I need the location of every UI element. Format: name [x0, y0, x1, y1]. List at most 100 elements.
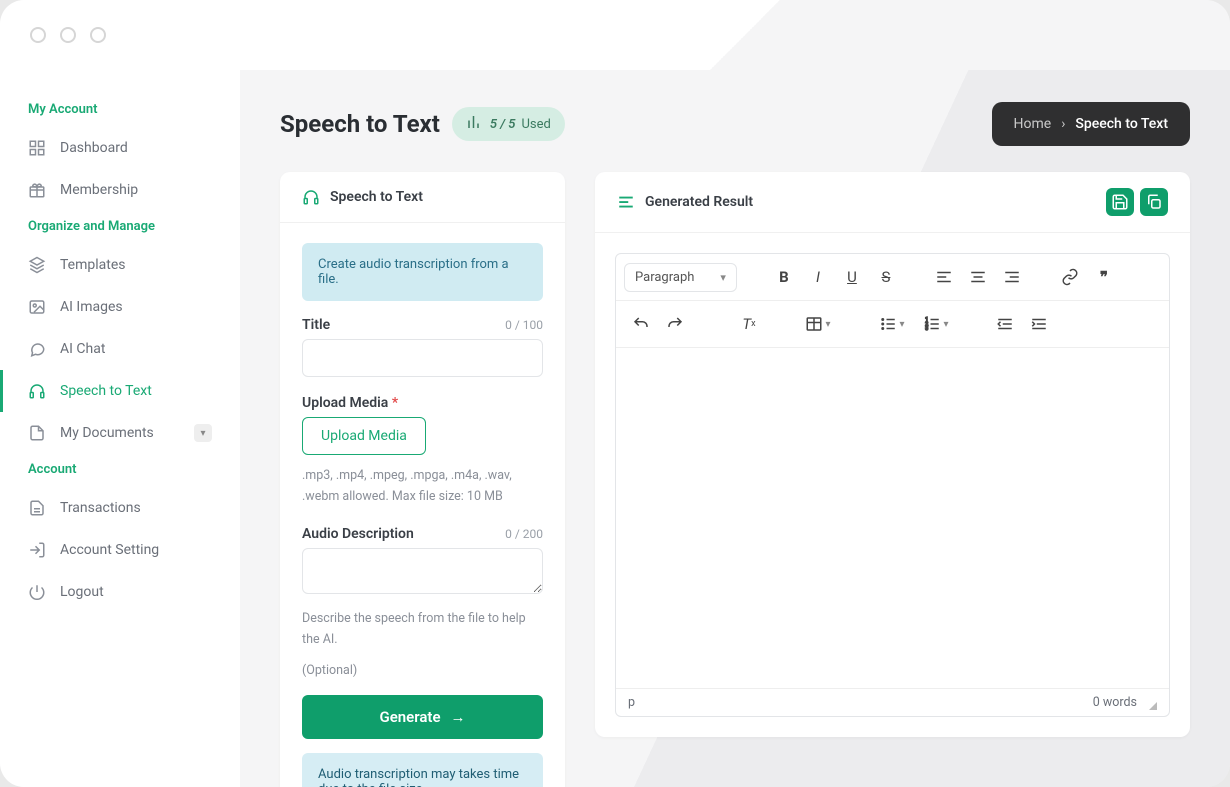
sidebar-item-transactions[interactable]: Transactions — [0, 487, 240, 529]
content: Speech to Text 5 / 5 Used Home › Speech … — [240, 70, 1230, 787]
sidebar-item-ai-images[interactable]: AI Images — [0, 286, 240, 328]
usage-suffix: Used — [521, 117, 550, 132]
file-icon — [28, 424, 46, 442]
panels: Speech to Text Create audio transcriptio… — [280, 172, 1190, 787]
resize-handle-icon[interactable] — [1149, 702, 1157, 710]
generate-button[interactable]: Generate → — [302, 695, 543, 739]
layers-icon — [28, 256, 46, 274]
optional-note: (Optional) — [302, 660, 543, 681]
sidebar-item-label: Logout — [60, 584, 104, 600]
rich-editor: Paragraph ▾ B I U S — [615, 253, 1170, 717]
bold-button[interactable]: B — [767, 262, 801, 292]
chevron-down-icon: ▾ — [194, 424, 212, 442]
description-hint: Describe the speech from the file to hel… — [302, 608, 543, 651]
indent-button[interactable] — [1022, 309, 1056, 339]
gift-icon — [28, 181, 46, 199]
processing-note: Audio transcription may takes time due t… — [302, 753, 543, 787]
window-dot — [30, 27, 46, 43]
title-counter: 0 / 100 — [505, 318, 543, 332]
align-left-button[interactable] — [927, 262, 961, 292]
word-count: 0 words — [1093, 695, 1137, 710]
undo-button[interactable] — [624, 309, 658, 339]
upload-field: Upload Media * Upload Media .mp3, .mp4, … — [302, 395, 543, 508]
image-icon — [28, 298, 46, 316]
usage-count: 5 / 5 — [490, 117, 516, 132]
redo-button[interactable] — [658, 309, 692, 339]
page-header: Speech to Text 5 / 5 Used Home › Speech … — [280, 102, 1190, 146]
sidebar-section-title: My Account — [0, 94, 240, 127]
sidebar: My AccountDashboardMembershipOrganize an… — [0, 70, 240, 787]
arrow-right-icon: → — [451, 708, 466, 726]
description-input[interactable] — [302, 548, 543, 594]
sidebar-item-templates[interactable]: Templates — [0, 244, 240, 286]
italic-button[interactable]: I — [801, 262, 835, 292]
headphones-icon — [302, 188, 320, 206]
sidebar-item-label: AI Images — [60, 299, 123, 315]
clear-format-button[interactable]: Tx — [732, 309, 766, 339]
sidebar-item-membership[interactable]: Membership — [0, 169, 240, 211]
description-field: Audio Description 0 / 200 Describe the s… — [302, 526, 543, 651]
sidebar-item-label: Speech to Text — [60, 383, 152, 399]
chart-icon — [466, 113, 484, 135]
main-area: My AccountDashboardMembershipOrganize an… — [0, 70, 1230, 787]
result-card: Generated Result Paragraph ▾ — [595, 172, 1190, 737]
doc-icon — [28, 499, 46, 517]
card-title: Speech to Text — [330, 189, 423, 205]
chevron-right-icon: › — [1061, 116, 1065, 132]
chevron-down-icon: ▾ — [720, 271, 726, 284]
power-icon — [28, 583, 46, 601]
window-dot — [90, 27, 106, 43]
breadcrumb-home[interactable]: Home — [1014, 116, 1052, 132]
editor-content[interactable] — [616, 348, 1169, 688]
sidebar-item-label: Membership — [60, 182, 138, 198]
description-counter: 0 / 200 — [505, 527, 543, 541]
underline-button[interactable]: U — [835, 262, 869, 292]
info-banner: Create audio transcription from a file. — [302, 243, 543, 301]
editor-wrap: Paragraph ▾ B I U S — [595, 233, 1190, 737]
outdent-button[interactable] — [988, 309, 1022, 339]
card-header: Generated Result — [595, 172, 1190, 233]
table-button[interactable]: ▾ — [796, 309, 840, 339]
usage-badge: 5 / 5 Used — [452, 107, 565, 141]
card-title: Generated Result — [645, 194, 753, 210]
align-left-icon — [617, 193, 635, 211]
paragraph-select[interactable]: Paragraph ▾ — [624, 263, 737, 292]
save-button[interactable] — [1106, 188, 1134, 216]
toolbar-row-2: Tx ▾ ▾ 123▾ — [616, 301, 1169, 348]
sidebar-item-label: Dashboard — [60, 140, 128, 156]
upload-hint: .mp3, .mp4, .mpeg, .mpga, .m4a, .wav, .w… — [302, 465, 543, 508]
card-header: Speech to Text — [280, 172, 565, 223]
window-dot — [60, 27, 76, 43]
sidebar-item-label: Transactions — [60, 500, 141, 516]
sidebar-item-speech-to-text[interactable]: Speech to Text — [0, 370, 240, 412]
app-window: My AccountDashboardMembershipOrganize an… — [0, 0, 1230, 787]
sidebar-item-account-setting[interactable]: Account Setting — [0, 529, 240, 571]
headphones-icon — [28, 382, 46, 400]
sidebar-section-title: Account — [0, 454, 240, 487]
sidebar-item-my-documents[interactable]: My Documents ▾ — [0, 412, 240, 454]
sidebar-item-logout[interactable]: Logout — [0, 571, 240, 613]
grid-icon — [28, 139, 46, 157]
sidebar-item-ai-chat[interactable]: AI Chat — [0, 328, 240, 370]
align-center-button[interactable] — [961, 262, 995, 292]
quote-button[interactable]: ❞ — [1087, 262, 1121, 292]
titlebar — [0, 0, 1230, 70]
sidebar-item-label: My Documents — [60, 425, 154, 441]
ordered-list-button[interactable]: 123▾ — [914, 309, 958, 339]
required-mark: * — [392, 395, 398, 411]
breadcrumb: Home › Speech to Text — [992, 102, 1191, 146]
svg-text:3: 3 — [926, 326, 929, 332]
editor-footer: p 0 words — [616, 688, 1169, 716]
title-input[interactable] — [302, 339, 543, 377]
strike-button[interactable]: S — [869, 262, 903, 292]
link-button[interactable] — [1053, 262, 1087, 292]
align-right-button[interactable] — [995, 262, 1029, 292]
bullet-list-button[interactable]: ▾ — [870, 309, 914, 339]
upload-media-button[interactable]: Upload Media — [302, 417, 426, 455]
title-field: Title 0 / 100 — [302, 317, 543, 377]
upload-label: Upload Media * — [302, 395, 398, 411]
description-label: Audio Description — [302, 526, 414, 542]
sidebar-item-dashboard[interactable]: Dashboard — [0, 127, 240, 169]
copy-button[interactable] — [1140, 188, 1168, 216]
sidebar-item-label: AI Chat — [60, 341, 105, 357]
